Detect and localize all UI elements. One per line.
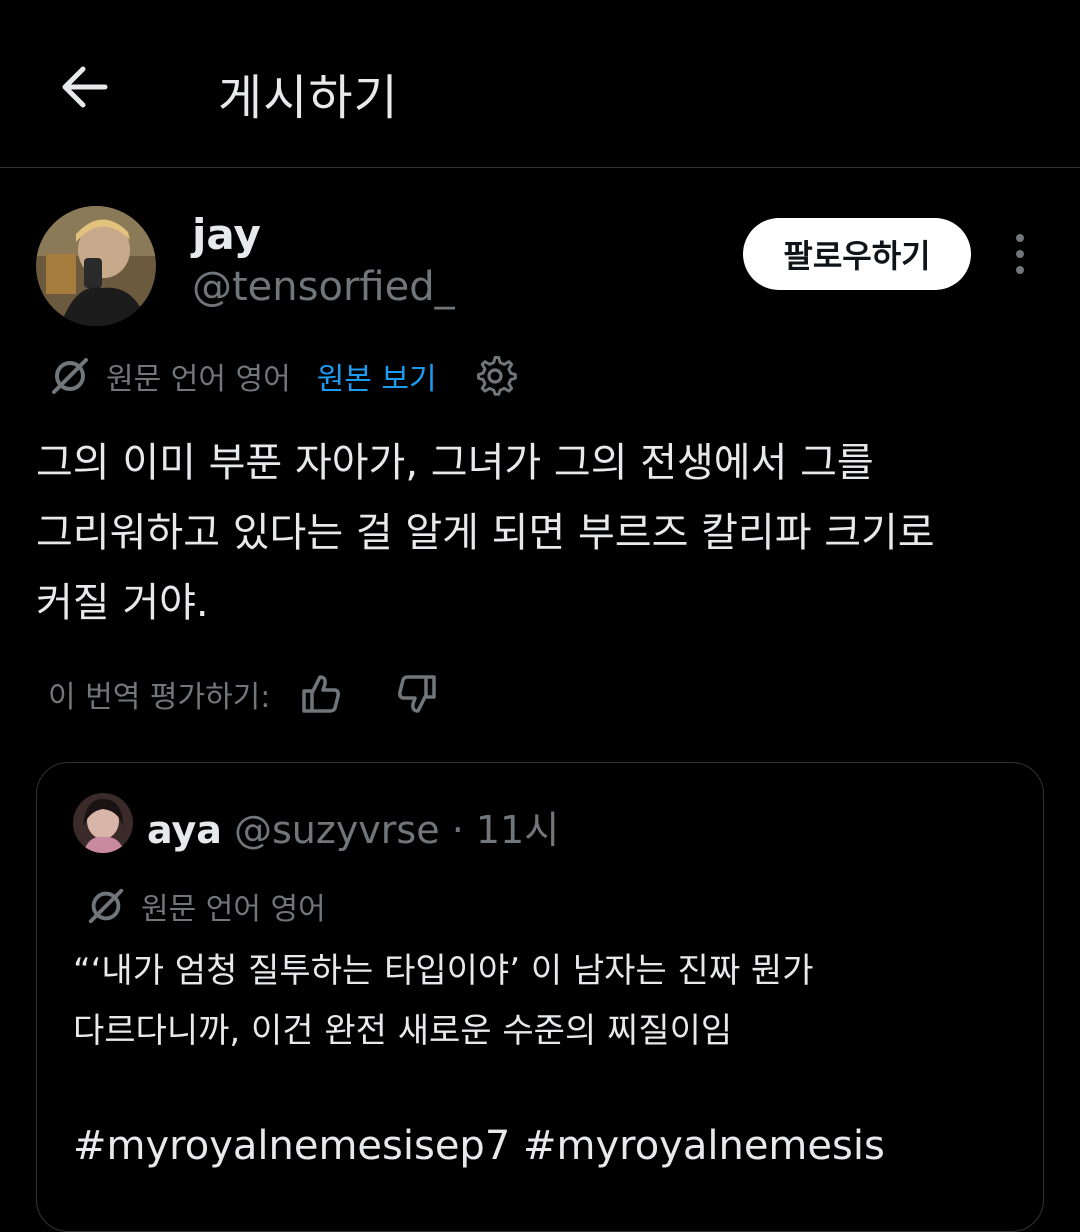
thumbs-down-button[interactable] <box>394 671 440 717</box>
translate-icon <box>88 888 124 924</box>
quoted-author-line: aya @suzyvrse · 11시 <box>147 799 559 854</box>
show-original-link[interactable]: 원본 보기 <box>317 354 437 398</box>
quoted-author-handle[interactable]: @suzyvrse <box>234 808 440 852</box>
author-avatar[interactable] <box>36 206 156 326</box>
rate-translation-label: 이 번역 평가하기: <box>48 680 271 715</box>
quoted-source-language-label: 원문 언어 영어 <box>141 892 326 927</box>
quoted-post-text: “‘내가 엄청 질투하는 타입이야’ 이 남자는 진짜 뭔가 다르다니까, 이건… <box>73 951 814 1051</box>
translate-icon <box>52 358 88 394</box>
back-button[interactable] <box>52 55 116 119</box>
quoted-author-avatar[interactable] <box>73 793 133 853</box>
more-options-button[interactable] <box>1000 226 1040 282</box>
post-text: 그의 이미 부푼 자아가, 그녀가 그의 전생에서 그를 그리워하고 있다는 걸… <box>36 440 935 626</box>
more-vertical-icon <box>1016 234 1024 242</box>
back-arrow-icon <box>62 66 108 108</box>
quoted-translation-info: 원문 언어 영어 <box>85 881 326 931</box>
page-title: 게시하기 <box>218 70 399 126</box>
separator-dot: · <box>451 808 464 852</box>
author-display-name[interactable]: jay <box>192 210 261 259</box>
rate-translation: 이 번역 평가하기: <box>48 666 440 722</box>
translation-settings-button[interactable] <box>473 354 517 398</box>
quoted-post[interactable]: aya @suzyvrse · 11시 원문 언어 영어 “‘내가 엄청 질투하… <box>36 762 1044 1232</box>
source-language-label: 원문 언어 영어 <box>106 362 291 397</box>
thumbs-up-button[interactable] <box>298 671 344 717</box>
quoted-author-name[interactable]: aya <box>147 808 222 852</box>
gear-icon <box>476 356 517 396</box>
follow-button[interactable]: 팔로우하기 <box>743 218 971 290</box>
thumbs-down-icon <box>398 675 437 713</box>
author-handle[interactable]: @tensorfied_ <box>192 264 455 310</box>
quoted-hashtags[interactable]: #myroyalnemesisep7 #myroyalnemesis <box>73 1123 885 1169</box>
translation-info: 원문 언어 영어 원본 보기 <box>48 350 517 402</box>
quoted-post-time[interactable]: 11시 <box>476 808 559 852</box>
top-bar: 게시하기 <box>0 0 1080 168</box>
thumbs-up-icon <box>302 675 341 713</box>
